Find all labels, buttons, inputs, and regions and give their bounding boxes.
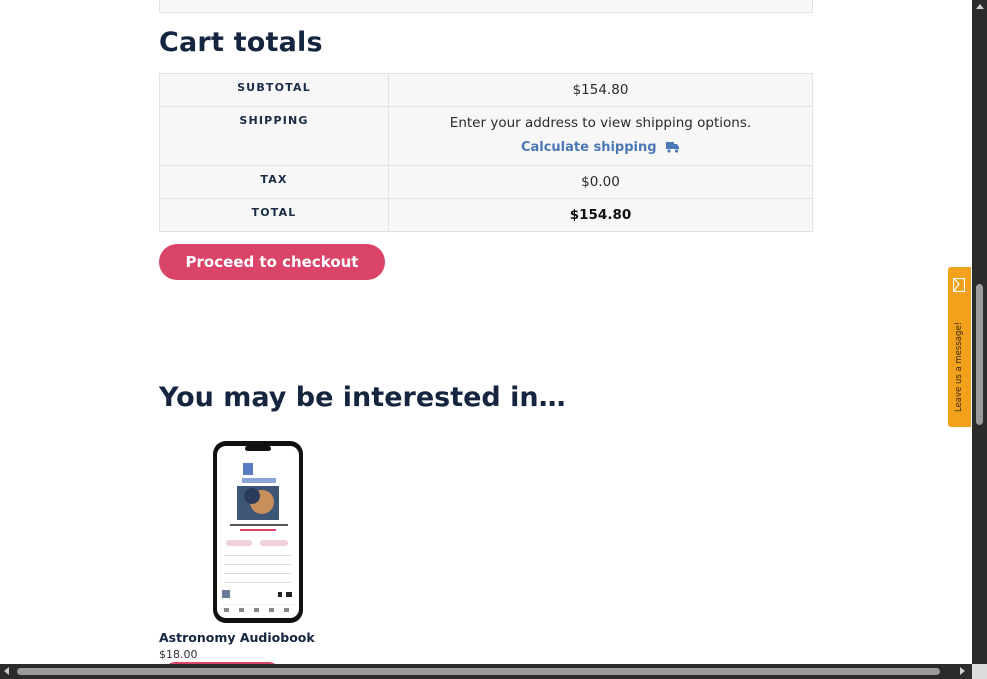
horizontal-scrollbar[interactable] (0, 664, 987, 679)
scroll-right-icon[interactable] (960, 667, 965, 675)
vertical-scrollbar[interactable] (972, 0, 987, 664)
calculate-shipping-label: Calculate shipping (520, 140, 657, 155)
subtotal-value: $154.80 (388, 73, 813, 107)
previous-table-edge (159, 0, 813, 13)
total-label: TOTAL (159, 198, 389, 232)
horizontal-scroll-thumb[interactable] (17, 668, 940, 675)
shipping-info-text: Enter your address to view shipping opti… (449, 115, 752, 131)
total-row: TOTAL $154.80 (159, 198, 813, 232)
leave-message-label: Leave us a message! (954, 321, 964, 413)
tax-row: TAX $0.00 (159, 165, 813, 199)
calculate-shipping-link[interactable]: Calculate shipping (521, 140, 680, 157)
chat-text-wrap: Leave us a message! (948, 322, 971, 417)
product-card[interactable]: Astronomy Audiobook $18.00 (159, 440, 339, 672)
shipping-cell: Enter your address to view shipping opti… (388, 106, 813, 166)
recommendations-title: You may be interested in… (159, 382, 566, 413)
subtotal-row: SUBTOTAL $154.80 (159, 73, 813, 107)
vertical-scroll-thumb[interactable] (976, 284, 983, 425)
shipping-label: SHIPPING (159, 106, 389, 166)
tax-label: TAX (159, 165, 389, 199)
scroll-left-icon[interactable] (4, 667, 9, 675)
shipping-row: SHIPPING Enter your address to view ship… (159, 106, 813, 166)
scrollbar-corner (972, 664, 987, 679)
cart-totals-table: SUBTOTAL $154.80 SHIPPING Enter your add… (159, 73, 813, 232)
proceed-to-checkout-button[interactable]: Proceed to checkout (159, 244, 385, 280)
truck-icon (666, 141, 680, 157)
subtotal-label: SUBTOTAL (159, 73, 389, 107)
product-name[interactable]: Astronomy Audiobook (159, 630, 315, 645)
cart-totals-title: Cart totals (159, 27, 323, 58)
envelope-icon (952, 277, 966, 296)
product-image[interactable] (212, 440, 304, 624)
product-price: $18.00 (159, 648, 198, 661)
total-value: $154.80 (388, 198, 813, 232)
scroll-up-icon[interactable] (976, 4, 984, 9)
leave-message-tab[interactable]: Leave us a message! (948, 267, 971, 427)
tax-value: $0.00 (388, 165, 813, 199)
